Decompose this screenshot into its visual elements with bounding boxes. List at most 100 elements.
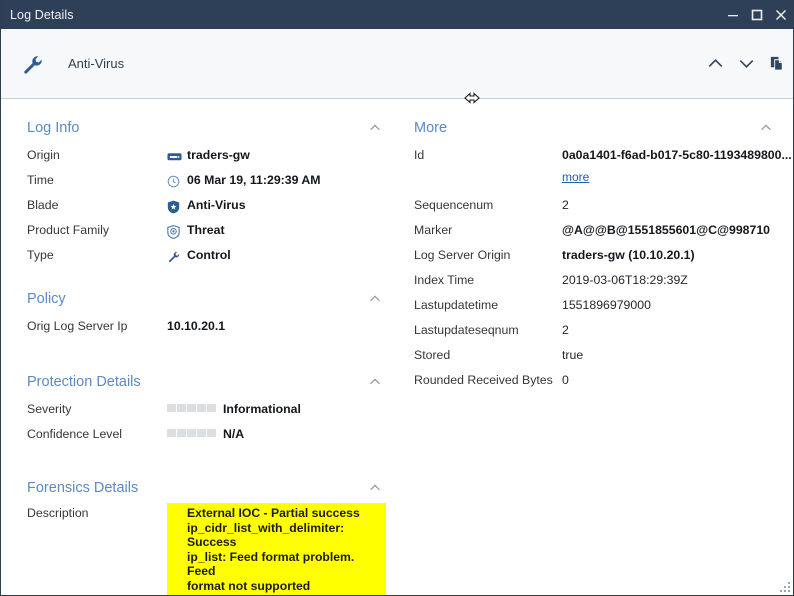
row-label: Time [27,173,54,187]
row-value-text: 1551896979000 [562,298,651,312]
clock-icon [167,174,184,189]
section-protection-details: Protection Details Severity Informationa… [27,369,386,449]
section-header-more[interactable]: More [414,115,777,141]
row-value-text: true [562,348,584,362]
section-more: More Id 0a0a1401-f6ad-b017-5c80-11934898… [414,115,792,395]
rows-more: Id 0a0a1401-f6ad-b017-5c80-1193489800...… [414,141,792,395]
row-label: Confidence Level [27,427,123,441]
row-id-more-link: more [414,170,777,191]
gateway-icon [167,149,184,164]
row-label: Lastupdateseqnum [414,323,519,337]
row-label: Origin [27,148,60,162]
row-time: Time 06 Mar 19, 11:29:39 AM [27,170,386,195]
minimize-button[interactable] [721,0,745,29]
section-policy: Policy Orig Log Server Ip 10.10.20.1 [27,286,386,341]
chevron-up-icon[interactable] [364,375,386,389]
chevron-up-icon[interactable] [364,121,386,135]
window-titlebar: Log Details [1,0,793,29]
row-label: Orig Log Server Ip [27,319,128,333]
section-header-protection-details[interactable]: Protection Details [27,369,386,395]
row-sequencenum: Sequencenum 2 [414,195,777,220]
severity-meter [167,404,216,412]
row-value-text: Control [187,248,231,262]
row-stored: Stored true [414,345,777,370]
row-value-text: 06 Mar 19, 11:29:39 AM [187,173,321,187]
row-value: 10.10.20.1 [167,316,225,334]
description-highlight-box: External IOC - Partial success ip_cidr_l… [167,503,386,595]
row-value: 2019-03-06T18:29:39Z [562,270,688,288]
left-column: Log Info Origin traders-gw Time 06 Mar 1… [1,115,404,595]
row-id: Id 0a0a1401-f6ad-b017-5c80-1193489800... [414,145,792,170]
row-value: Control [167,245,231,263]
maximize-button[interactable] [745,0,769,29]
previous-log-button[interactable] [700,47,731,81]
chevron-up-icon[interactable] [364,481,386,495]
section-leader-line [148,380,358,382]
row-label: Blade [27,198,59,212]
row-sub-spacer [414,170,562,191]
row-label: Id [414,148,425,162]
row-value-text: N/A [223,427,245,441]
shield-star-icon [167,199,184,214]
log-details-window: Log Details Anti-Virus Log Info Origin t… [0,0,794,596]
row-lastupdatetime: Lastupdatetime 1551896979000 [414,295,777,320]
row-label: Type [27,248,54,262]
row-value-text: 0a0a1401-f6ad-b017-5c80-1193489800... [562,148,792,162]
row-value-text: Informational [223,402,301,416]
row-value-text: Anti-Virus [187,198,246,212]
section-header-forensics-details[interactable]: Forensics Details [27,475,386,501]
row-label: Severity [27,402,72,416]
row-value: traders-gw [167,145,250,163]
row-value: 2 [562,320,569,338]
row-value-text: traders-gw [187,148,250,162]
section-title: Policy [27,291,66,307]
row-severity: Severity Informational [27,399,386,424]
row-value-text: 10.10.20.1 [167,319,226,333]
row-value: @A@@B@1551855601@C@998710 [562,220,770,238]
section-leader-line [87,126,358,128]
row-label: Rounded Received Bytes [414,373,553,387]
row-value: Anti-Virus [167,195,246,213]
rows-log-info: Origin traders-gw Time 06 Mar 19, 11:29:… [27,141,386,270]
row-label: Log Server Origin [414,248,511,262]
section-header-log-info[interactable]: Log Info [27,115,386,141]
toolbar-title: Anti-Virus [68,56,125,71]
row-value: 2 [562,195,569,213]
confidence-meter [167,429,216,437]
row-orig-log-server-ip: Orig Log Server Ip 10.10.20.1 [27,316,386,341]
row-value: true [562,345,583,363]
section-header-policy[interactable]: Policy [27,286,386,312]
row-label: Sequencenum [414,198,494,212]
row-rounded-received-bytes: Rounded Received Bytes 0 [414,370,777,395]
section-title: Forensics Details [27,480,139,496]
section-leader-line [73,297,358,299]
copy-button[interactable] [762,47,793,81]
row-label: Stored [414,348,451,362]
id-more-link[interactable]: more [562,170,589,191]
row-value: 1551896979000 [562,295,651,313]
section-leader-line [146,486,358,488]
row-label: Marker [414,223,453,237]
row-value: traders-gw (10.10.20.1) [562,245,695,263]
row-log-server-origin: Log Server Origin traders-gw (10.10.20.1… [414,245,777,270]
shield-target-icon [167,224,184,239]
section-title: Protection Details [27,374,141,390]
row-value: Threat [167,220,225,239]
rows-protection-details: Severity Informational Confidence Level [27,395,386,449]
chevron-up-icon[interactable] [364,292,386,306]
row-confidence-level: Confidence Level N/A [27,424,386,449]
close-button[interactable] [769,0,793,29]
section-leader-line [455,126,749,128]
rows-policy: Orig Log Server Ip 10.10.20.1 [27,312,386,341]
row-blade: Blade Anti-Virus [27,195,386,220]
next-log-button[interactable] [731,47,762,81]
row-value-text: 2 [562,198,569,212]
chevron-up-icon[interactable] [755,121,777,135]
row-label: Lastupdatetime [414,298,499,312]
row-value: 0 [562,370,569,388]
resize-grip-icon[interactable] [777,579,790,592]
row-value-text: 0 [562,373,569,387]
row-value-text: 2 [562,323,569,337]
section-title: Log Info [27,120,80,136]
row-value-text: @A@@B@1551855601@C@998710 [562,223,771,237]
